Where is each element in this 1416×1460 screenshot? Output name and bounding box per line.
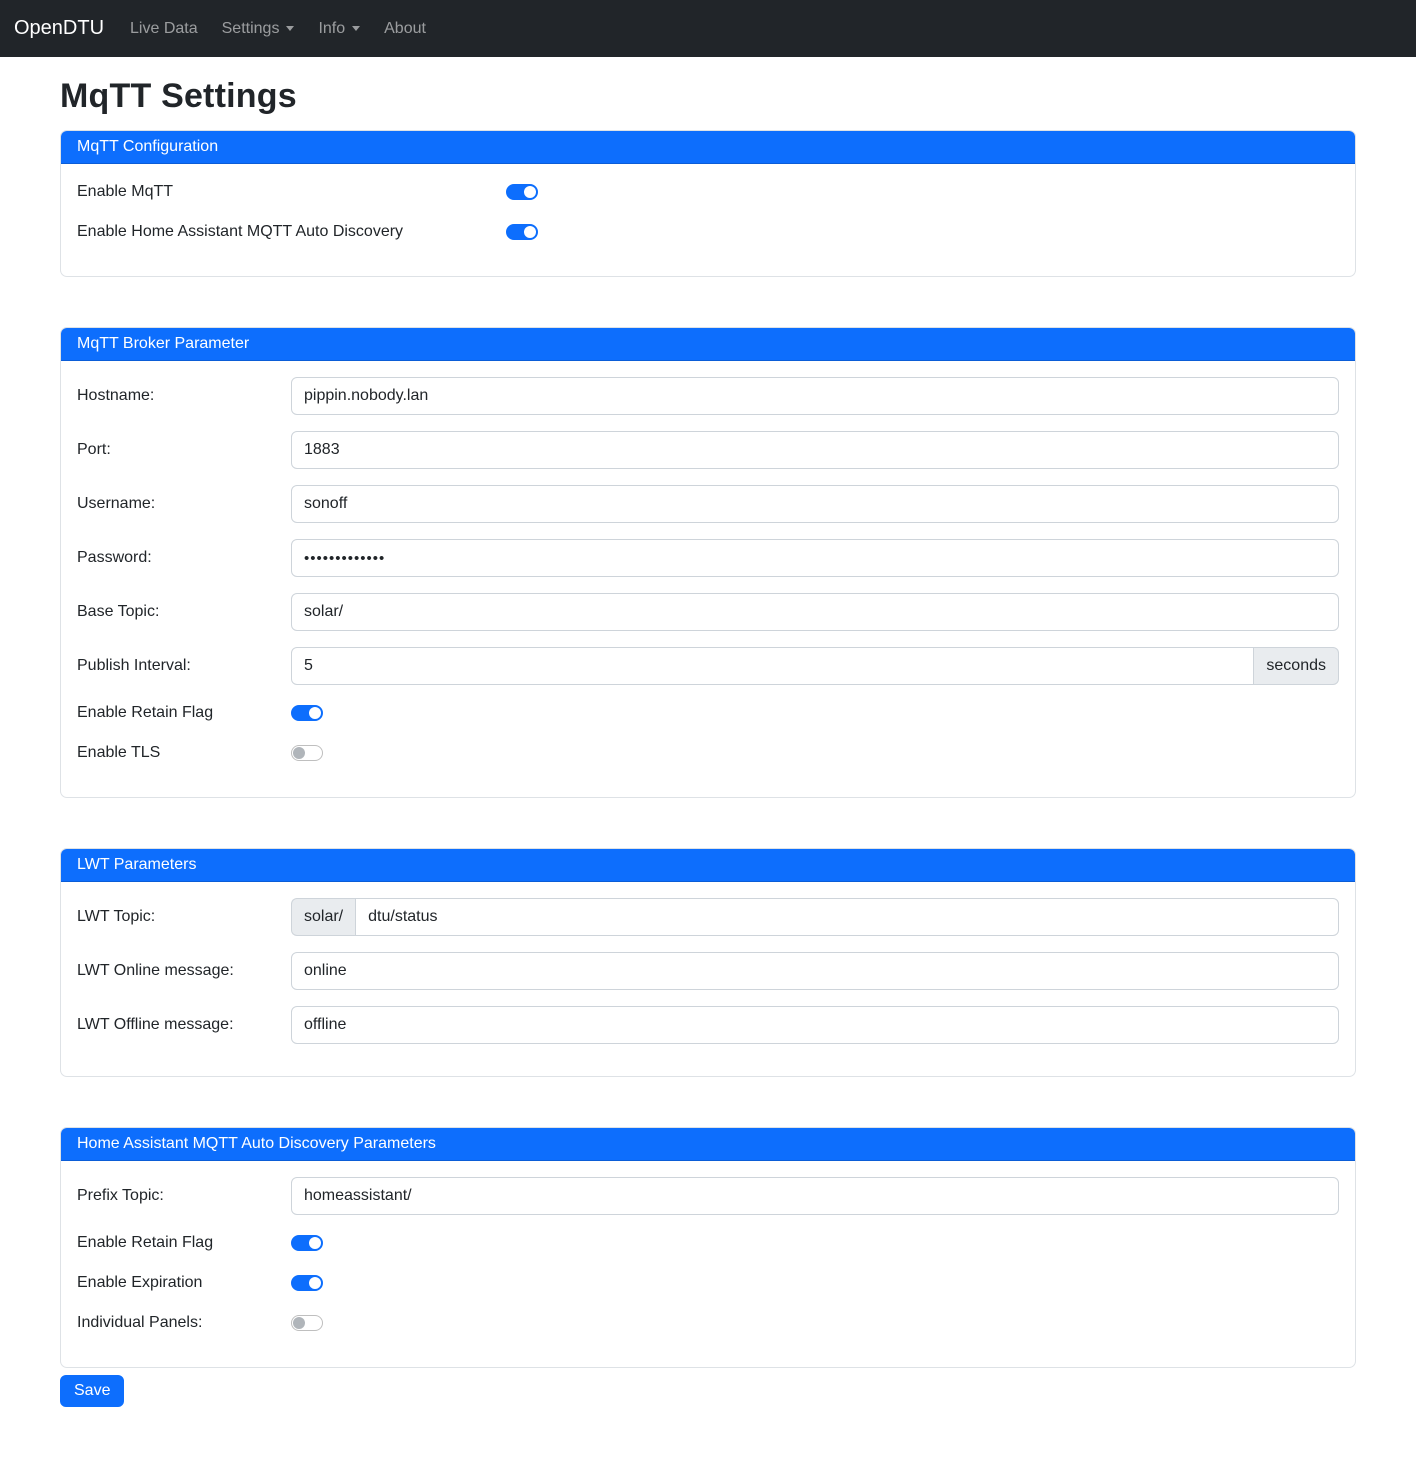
enable-tls-toggle[interactable]: [291, 745, 323, 761]
lwt-topic-group: solar/: [291, 898, 1339, 936]
individual-panels-toggle[interactable]: [291, 1315, 323, 1331]
card-hass-discovery-parameters: Home Assistant MQTT Auto Discovery Param…: [60, 1127, 1356, 1368]
card-hass-discovery-parameters-header: Home Assistant MQTT Auto Discovery Param…: [61, 1128, 1355, 1161]
row-hostname: Hostname:: [77, 377, 1339, 415]
publish-interval-group: seconds: [291, 647, 1339, 685]
row-username: Username:: [77, 485, 1339, 523]
row-enable-expiration: Enable Expiration: [77, 1271, 1339, 1295]
port-label: Port:: [77, 441, 291, 459]
enable-mqtt-label: Enable MqTT: [77, 183, 506, 201]
enable-expiration-label: Enable Expiration: [77, 1274, 291, 1292]
row-broker-retain: Enable Retain Flag: [77, 701, 1339, 725]
nav-live-data[interactable]: Live Data: [122, 12, 206, 46]
main-content: MqTT Settings MqTT Configuration Enable …: [48, 77, 1368, 1424]
toggle-knob: [309, 707, 321, 719]
brand-opendtu[interactable]: OpenDTU: [14, 17, 104, 40]
card-broker-parameter-body: Hostname: Port: Username: Password: Base…: [61, 361, 1355, 797]
toggle-knob: [524, 186, 536, 198]
base-topic-input[interactable]: [291, 593, 1339, 631]
card-mqtt-configuration-body: Enable MqTT Enable Home Assistant MQTT A…: [61, 164, 1355, 276]
row-base-topic: Base Topic:: [77, 593, 1339, 631]
broker-retain-label: Enable Retain Flag: [77, 704, 291, 722]
toggle-knob: [524, 226, 536, 238]
row-hass-retain: Enable Retain Flag: [77, 1231, 1339, 1255]
row-enable-hass-discovery: Enable Home Assistant MQTT Auto Discover…: [77, 220, 1339, 244]
row-enable-tls: Enable TLS: [77, 741, 1339, 765]
card-hass-discovery-parameters-body: Prefix Topic: Enable Retain Flag Enable …: [61, 1161, 1355, 1367]
chevron-down-icon: [286, 26, 294, 31]
enable-hass-discovery-toggle[interactable]: [506, 224, 538, 240]
toggle-knob: [309, 1237, 321, 1249]
row-lwt-topic: LWT Topic: solar/: [77, 898, 1339, 936]
individual-panels-label: Individual Panels:: [77, 1314, 291, 1332]
lwt-online-input[interactable]: [291, 952, 1339, 990]
hass-retain-toggle[interactable]: [291, 1235, 323, 1251]
hostname-label: Hostname:: [77, 387, 291, 405]
row-port: Port:: [77, 431, 1339, 469]
nav-about[interactable]: About: [376, 12, 434, 46]
nav-settings[interactable]: Settings: [214, 12, 303, 46]
prefix-topic-label: Prefix Topic:: [77, 1187, 291, 1205]
chevron-down-icon: [352, 26, 360, 31]
enable-mqtt-toggle[interactable]: [506, 184, 538, 200]
prefix-topic-input[interactable]: [291, 1177, 1339, 1215]
card-lwt-parameters: LWT Parameters LWT Topic: solar/ LWT Onl…: [60, 848, 1356, 1077]
publish-interval-unit: seconds: [1254, 647, 1339, 685]
enable-tls-label: Enable TLS: [77, 744, 291, 762]
lwt-offline-label: LWT Offline message:: [77, 1016, 291, 1034]
card-lwt-parameters-body: LWT Topic: solar/ LWT Online message: LW…: [61, 882, 1355, 1076]
row-individual-panels: Individual Panels:: [77, 1311, 1339, 1335]
toggle-knob: [293, 747, 305, 759]
publish-interval-input[interactable]: [291, 647, 1254, 685]
row-publish-interval: Publish Interval: seconds: [77, 647, 1339, 685]
lwt-topic-prefix: solar/: [291, 898, 355, 936]
row-enable-mqtt: Enable MqTT: [77, 180, 1339, 204]
card-broker-parameter: MqTT Broker Parameter Hostname: Port: Us…: [60, 327, 1356, 798]
card-mqtt-configuration-header: MqTT Configuration: [61, 131, 1355, 164]
card-broker-parameter-header: MqTT Broker Parameter: [61, 328, 1355, 361]
card-mqtt-configuration: MqTT Configuration Enable MqTT Enable Ho…: [60, 130, 1356, 277]
save-button[interactable]: Save: [60, 1375, 124, 1407]
enable-hass-discovery-label: Enable Home Assistant MQTT Auto Discover…: [77, 223, 506, 241]
lwt-offline-input[interactable]: [291, 1006, 1339, 1044]
username-input[interactable]: [291, 485, 1339, 523]
card-lwt-parameters-header: LWT Parameters: [61, 849, 1355, 882]
username-label: Username:: [77, 495, 291, 513]
toggle-knob: [309, 1277, 321, 1289]
hass-retain-label: Enable Retain Flag: [77, 1234, 291, 1252]
nav-settings-label: Settings: [222, 20, 280, 37]
broker-retain-toggle[interactable]: [291, 705, 323, 721]
page-title: MqTT Settings: [60, 77, 1356, 116]
lwt-topic-input[interactable]: [355, 898, 1339, 936]
lwt-online-label: LWT Online message:: [77, 962, 291, 980]
nav-info[interactable]: Info: [310, 12, 368, 46]
enable-expiration-toggle[interactable]: [291, 1275, 323, 1291]
row-lwt-offline: LWT Offline message:: [77, 1006, 1339, 1044]
lwt-topic-label: LWT Topic:: [77, 908, 291, 926]
password-label: Password:: [77, 549, 291, 567]
row-lwt-online: LWT Online message:: [77, 952, 1339, 990]
port-input[interactable]: [291, 431, 1339, 469]
toggle-knob: [293, 1317, 305, 1329]
row-prefix-topic: Prefix Topic:: [77, 1177, 1339, 1215]
nav-info-label: Info: [318, 20, 345, 37]
navbar: OpenDTU Live Data Settings Info About: [0, 0, 1416, 57]
base-topic-label: Base Topic:: [77, 603, 291, 621]
hostname-input[interactable]: [291, 377, 1339, 415]
password-input[interactable]: [291, 539, 1339, 577]
publish-interval-label: Publish Interval:: [77, 657, 291, 675]
row-password: Password:: [77, 539, 1339, 577]
